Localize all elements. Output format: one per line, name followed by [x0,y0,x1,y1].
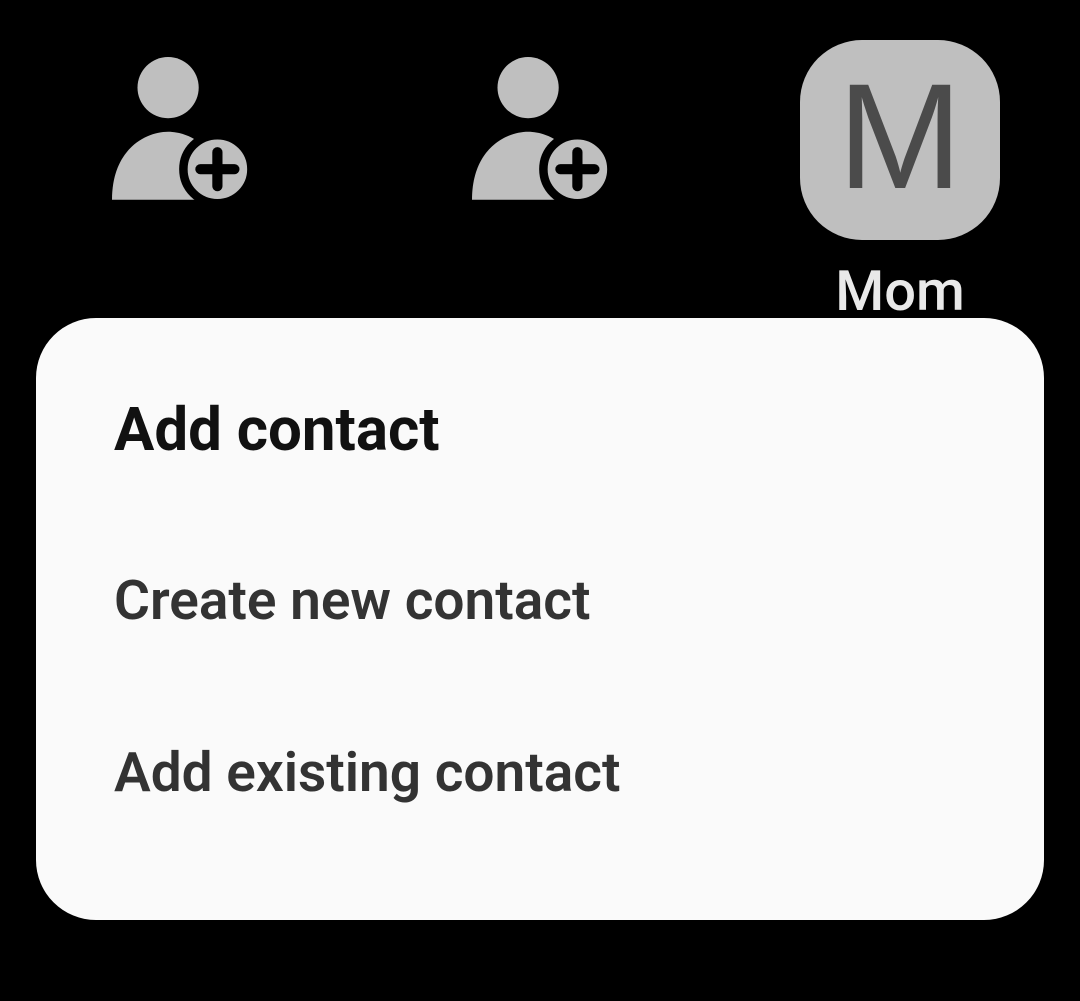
add-contact-slot-1[interactable] [15,30,345,210]
add-person-icon [95,40,265,210]
menu-title: Add contact [36,368,1044,515]
add-person-icon [455,40,625,210]
avatar-initial: M [838,61,963,211]
favorites-row: M Mom [0,30,1080,310]
contact-name-label: Mom [835,258,965,324]
favorite-contact-slot[interactable]: M Mom [735,30,1065,324]
add-contact-slot-2[interactable] [375,30,705,210]
menu-option-add-existing-contact[interactable]: Add existing contact [36,687,1044,859]
add-contact-menu: Add contact Create new contact Add exist… [36,318,1044,920]
avatar: M [800,40,1000,240]
menu-option-create-new-contact[interactable]: Create new contact [36,515,1044,687]
